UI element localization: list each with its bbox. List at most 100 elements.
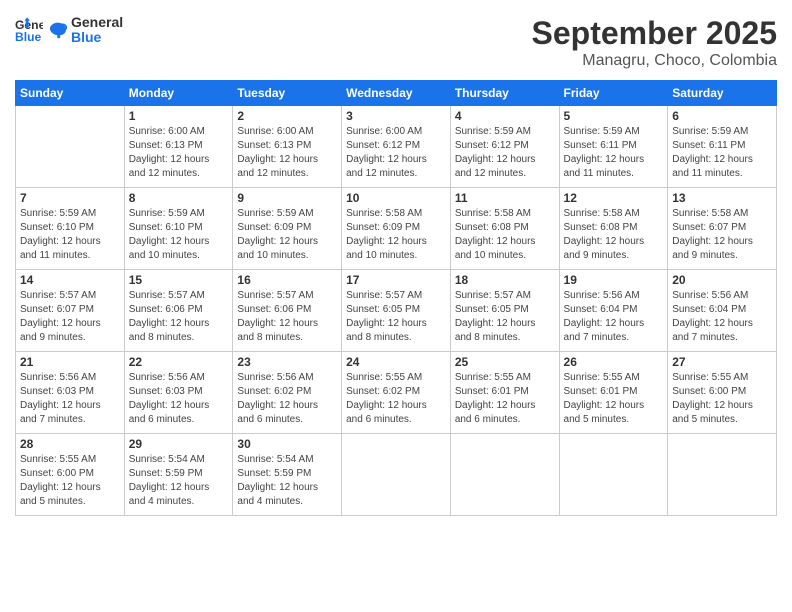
svg-text:Blue: Blue (15, 31, 42, 45)
day-info: Sunrise: 5:55 AMSunset: 6:01 PMDaylight:… (455, 371, 555, 427)
day-info: Sunrise: 5:55 AMSunset: 6:00 PMDaylight:… (672, 371, 772, 427)
day-header-monday: Monday (124, 81, 233, 106)
day-info: Sunrise: 5:54 AMSunset: 5:59 PMDaylight:… (129, 453, 229, 509)
calendar-cell: 9Sunrise: 5:59 AMSunset: 6:09 PMDaylight… (233, 188, 342, 270)
day-header-friday: Friday (559, 81, 668, 106)
day-number: 22 (129, 355, 229, 369)
calendar-cell: 10Sunrise: 5:58 AMSunset: 6:09 PMDayligh… (342, 188, 451, 270)
day-number: 24 (346, 355, 446, 369)
calendar-cell: 23 Sunrise: 5:56 AMSunset: 6:02 PMDayligh… (233, 352, 342, 434)
day-number: 29 (129, 437, 229, 451)
day-info: Sunrise: 5:55 AMSunset: 6:01 PMDaylight:… (564, 371, 664, 427)
calendar-cell: 24 Sunrise: 5:55 AMSunset: 6:02 PMDayligh… (342, 352, 451, 434)
calendar-cell: 16Sunrise: 5:57 AMSunset: 6:06 PMDayligh… (233, 270, 342, 352)
calendar-container: General Blue General Blue Septembe (0, 0, 792, 612)
day-number: 4 (455, 109, 555, 123)
day-info: Sunrise: 5:59 AMSunset: 6:12 PMDaylight:… (455, 125, 555, 181)
calendar-cell (342, 434, 451, 516)
day-number: 13 (672, 191, 772, 205)
week-row-3: 21 Sunrise: 5:56 AMSunset: 6:03 PMDayligh… (16, 352, 777, 434)
day-number: 5 (564, 109, 664, 123)
calendar-cell: 20Sunrise: 5:56 AMSunset: 6:04 PMDayligh… (668, 270, 777, 352)
day-header-tuesday: Tuesday (233, 81, 342, 106)
day-info: Sunrise: 6:00 AMSunset: 6:13 PMDaylight:… (237, 125, 337, 181)
logo-icon: General Blue (15, 16, 43, 44)
week-row-2: 14Sunrise: 5:57 AMSunset: 6:07 PMDayligh… (16, 270, 777, 352)
calendar-cell: 28Sunrise: 5:55 AMSunset: 6:00 PMDayligh… (16, 434, 125, 516)
calendar-cell: 2 Sunrise: 6:00 AMSunset: 6:13 PMDaylight… (233, 106, 342, 188)
calendar-header-row: SundayMondayTuesdayWednesdayThursdayFrid… (16, 81, 777, 106)
calendar-cell: 3 Sunrise: 6:00 AMSunset: 6:12 PMDaylight… (342, 106, 451, 188)
day-number: 9 (237, 191, 337, 205)
day-number: 3 (346, 109, 446, 123)
calendar-cell: 27 Sunrise: 5:55 AMSunset: 6:00 PMDayligh… (668, 352, 777, 434)
day-info: Sunrise: 5:58 AMSunset: 6:07 PMDaylight:… (672, 207, 772, 263)
calendar-cell: 18Sunrise: 5:57 AMSunset: 6:05 PMDayligh… (450, 270, 559, 352)
calendar-table: SundayMondayTuesdayWednesdayThursdayFrid… (15, 80, 777, 516)
logo-line1: General (71, 15, 123, 30)
calendar-cell (668, 434, 777, 516)
day-number: 8 (129, 191, 229, 205)
day-header-wednesday: Wednesday (342, 81, 451, 106)
day-info: Sunrise: 5:58 AMSunset: 6:08 PMDaylight:… (564, 207, 664, 263)
day-number: 20 (672, 273, 772, 287)
calendar-cell: 4 Sunrise: 5:59 AMSunset: 6:12 PMDaylight… (450, 106, 559, 188)
day-number: 17 (346, 273, 446, 287)
day-number: 25 (455, 355, 555, 369)
day-number: 21 (20, 355, 120, 369)
day-header-saturday: Saturday (668, 81, 777, 106)
day-number: 16 (237, 273, 337, 287)
day-info: Sunrise: 5:59 AMSunset: 6:11 PMDaylight:… (672, 125, 772, 181)
day-number: 11 (455, 191, 555, 205)
day-number: 6 (672, 109, 772, 123)
calendar-cell: 6 Sunrise: 5:59 AMSunset: 6:11 PMDaylight… (668, 106, 777, 188)
calendar-cell: 1 Sunrise: 6:00 AMSunset: 6:13 PMDaylight… (124, 106, 233, 188)
day-header-thursday: Thursday (450, 81, 559, 106)
day-info: Sunrise: 5:59 AMSunset: 6:10 PMDaylight:… (20, 207, 120, 263)
day-number: 28 (20, 437, 120, 451)
day-info: Sunrise: 5:57 AMSunset: 6:06 PMDaylight:… (129, 289, 229, 345)
day-number: 7 (20, 191, 120, 205)
month-title: September 2025 (532, 15, 777, 52)
day-info: Sunrise: 5:56 AMSunset: 6:03 PMDaylight:… (20, 371, 120, 427)
calendar-cell (559, 434, 668, 516)
day-number: 26 (564, 355, 664, 369)
day-info: Sunrise: 5:56 AMSunset: 6:02 PMDaylight:… (237, 371, 337, 427)
day-number: 19 (564, 273, 664, 287)
day-number: 12 (564, 191, 664, 205)
calendar-cell: 13 Sunrise: 5:58 AMSunset: 6:07 PMDayligh… (668, 188, 777, 270)
calendar-cell: 25 Sunrise: 5:55 AMSunset: 6:01 PMDayligh… (450, 352, 559, 434)
week-row-4: 28Sunrise: 5:55 AMSunset: 6:00 PMDayligh… (16, 434, 777, 516)
calendar-cell: 17Sunrise: 5:57 AMSunset: 6:05 PMDayligh… (342, 270, 451, 352)
calendar-cell: 29 Sunrise: 5:54 AMSunset: 5:59 PMDayligh… (124, 434, 233, 516)
day-info: Sunrise: 5:57 AMSunset: 6:05 PMDaylight:… (455, 289, 555, 345)
day-info: Sunrise: 5:54 AMSunset: 5:59 PMDaylight:… (237, 453, 337, 509)
calendar-cell: 14Sunrise: 5:57 AMSunset: 6:07 PMDayligh… (16, 270, 125, 352)
calendar-cell: 19Sunrise: 5:56 AMSunset: 6:04 PMDayligh… (559, 270, 668, 352)
week-row-0: 1 Sunrise: 6:00 AMSunset: 6:13 PMDaylight… (16, 106, 777, 188)
day-info: Sunrise: 5:56 AMSunset: 6:03 PMDaylight:… (129, 371, 229, 427)
calendar-cell: 11 Sunrise: 5:58 AMSunset: 6:08 PMDayligh… (450, 188, 559, 270)
day-number: 23 (237, 355, 337, 369)
calendar-cell (450, 434, 559, 516)
day-info: Sunrise: 5:58 AMSunset: 6:08 PMDaylight:… (455, 207, 555, 263)
day-info: Sunrise: 6:00 AMSunset: 6:13 PMDaylight:… (129, 125, 229, 181)
calendar-cell: 7 Sunrise: 5:59 AMSunset: 6:10 PMDaylight… (16, 188, 125, 270)
day-info: Sunrise: 6:00 AMSunset: 6:12 PMDaylight:… (346, 125, 446, 181)
calendar-cell: 15 Sunrise: 5:57 AMSunset: 6:06 PMDayligh… (124, 270, 233, 352)
calendar-cell: 21 Sunrise: 5:56 AMSunset: 6:03 PMDayligh… (16, 352, 125, 434)
day-number: 1 (129, 109, 229, 123)
day-number: 27 (672, 355, 772, 369)
day-number: 10 (346, 191, 446, 205)
calendar-cell: 5 Sunrise: 5:59 AMSunset: 6:11 PMDaylight… (559, 106, 668, 188)
day-header-sunday: Sunday (16, 81, 125, 106)
day-info: Sunrise: 5:59 AMSunset: 6:11 PMDaylight:… (564, 125, 664, 181)
header: General Blue General Blue Septembe (15, 15, 777, 70)
calendar-cell: 30Sunrise: 5:54 AMSunset: 5:59 PMDayligh… (233, 434, 342, 516)
calendar-cell: 8Sunrise: 5:59 AMSunset: 6:10 PMDaylight… (124, 188, 233, 270)
day-number: 15 (129, 273, 229, 287)
day-info: Sunrise: 5:57 AMSunset: 6:07 PMDaylight:… (20, 289, 120, 345)
day-info: Sunrise: 5:55 AMSunset: 6:02 PMDaylight:… (346, 371, 446, 427)
day-number: 2 (237, 109, 337, 123)
calendar-cell: 22 Sunrise: 5:56 AMSunset: 6:03 PMDayligh… (124, 352, 233, 434)
